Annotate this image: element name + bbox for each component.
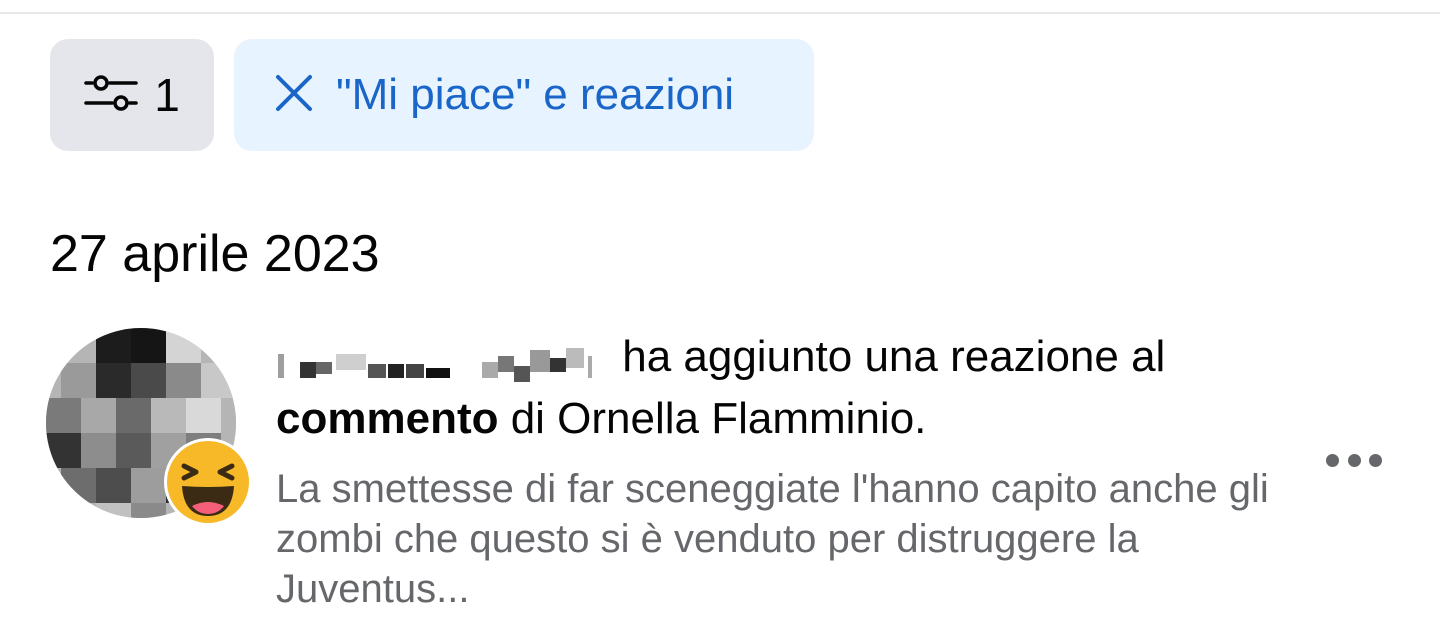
filter-chip-label: "Mi piace" e reazioni — [336, 70, 735, 119]
more-options-icon[interactable] — [1326, 448, 1382, 472]
comment-preview: La smettesse di far sceneggiate l'hanno … — [276, 467, 1269, 611]
notification-item[interactable]: ha aggiunto una reazione al commento di … — [46, 326, 1416, 611]
dot — [1326, 453, 1339, 467]
top-divider — [0, 12, 1440, 14]
dot — [1347, 453, 1361, 467]
filter-bar: 1 "Mi piace" e reazioni — [50, 39, 814, 151]
close-icon[interactable] — [274, 73, 314, 118]
action-text: ha aggiunto una reazione al — [610, 332, 1166, 381]
filter-chip-likes-reactions[interactable]: "Mi piace" e reazioni — [234, 39, 814, 151]
laughing-emoji-icon — [162, 436, 254, 528]
active-filter-count: 1 — [154, 69, 180, 121]
target-owner: di Ornella Flamminio. — [498, 394, 927, 443]
target-link[interactable]: commento — [276, 394, 498, 443]
blurred-actor-name — [276, 339, 606, 383]
filters-button[interactable]: 1 — [50, 39, 214, 151]
dot — [1369, 453, 1382, 467]
avatar-container[interactable] — [46, 328, 252, 526]
notification-text[interactable]: ha aggiunto una reazione al commento di … — [276, 326, 1286, 614]
notification-headline: ha aggiunto una reazione al commento di … — [276, 326, 1286, 450]
sliders-icon — [84, 73, 140, 118]
date-heading: 27 aprile 2023 — [50, 225, 380, 283]
